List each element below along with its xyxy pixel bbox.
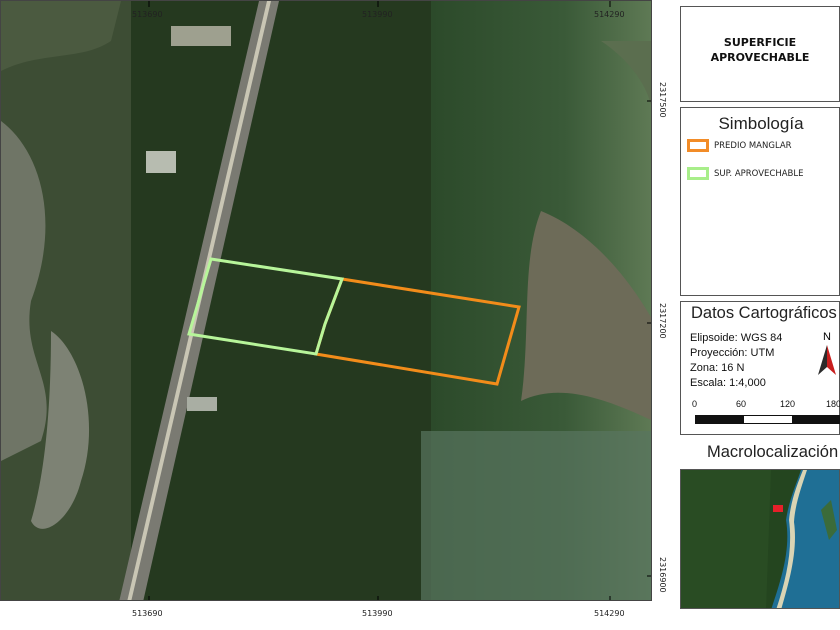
cartographic-data-panel: Datos Cartográficos Elipsoide: WGS 84 Pr…: [680, 301, 840, 435]
ellipsoid-text: Elipsoide: WGS 84: [690, 332, 783, 344]
x-tick-bottom-1: 513690: [132, 609, 163, 618]
legend-panel: Simbología PREDIO MANGLAR SUP. APROVECHA…: [680, 107, 840, 296]
north-arrow-icon: N: [816, 331, 838, 382]
macro-map-canvas: [681, 470, 839, 608]
scale-label-60: 60: [736, 399, 747, 409]
x-tick-top-1: 513690: [132, 10, 163, 19]
map-canvas: [1, 1, 651, 600]
x-tick-top-3: 514290: [594, 10, 625, 19]
macro-location-map[interactable]: [680, 469, 840, 609]
title-panel: SUPERFICIE APROVECHABLE: [680, 6, 840, 102]
zone-text: Zona: 16 N: [690, 362, 745, 374]
satellite-map[interactable]: [0, 0, 652, 601]
location-marker-icon: [773, 505, 783, 512]
title-line-2: APROVECHABLE: [710, 51, 810, 64]
x-tick-bottom-2: 513990: [362, 609, 393, 618]
legend-title: Simbología: [718, 114, 804, 133]
legend-item-predio-manglar: PREDIO MANGLAR: [687, 139, 792, 152]
legend-swatch-orange: [687, 139, 709, 152]
title-line-1: SUPERFICIE: [723, 36, 797, 49]
legend-swatch-green: [687, 167, 709, 180]
macro-title: Macrolocalización: [707, 443, 839, 461]
y-tick-3: 2316900: [658, 557, 667, 593]
scale-bar: [695, 415, 840, 424]
legend-label-predio-manglar: PREDIO MANGLAR: [714, 140, 792, 151]
y-tick-1: 2317500: [658, 82, 667, 118]
scale-text: Escala: 1:4,000: [690, 377, 766, 389]
x-tick-top-2: 513990: [362, 10, 393, 19]
x-tick-bottom-3: 514290: [594, 609, 625, 618]
scale-label-180: 180: [826, 399, 840, 409]
y-tick-2: 2317200: [658, 303, 667, 339]
projection-text: Proyección: UTM: [690, 347, 775, 359]
carto-title: Datos Cartográficos: [691, 304, 837, 322]
scale-label-0: 0: [692, 399, 698, 409]
north-label: N: [823, 331, 831, 343]
legend-label-sup-aprovechable: SUP. APROVECHABLE: [714, 168, 804, 179]
scale-label-120: 120: [780, 399, 796, 409]
legend-item-sup-aprovechable: SUP. APROVECHABLE: [687, 167, 803, 180]
